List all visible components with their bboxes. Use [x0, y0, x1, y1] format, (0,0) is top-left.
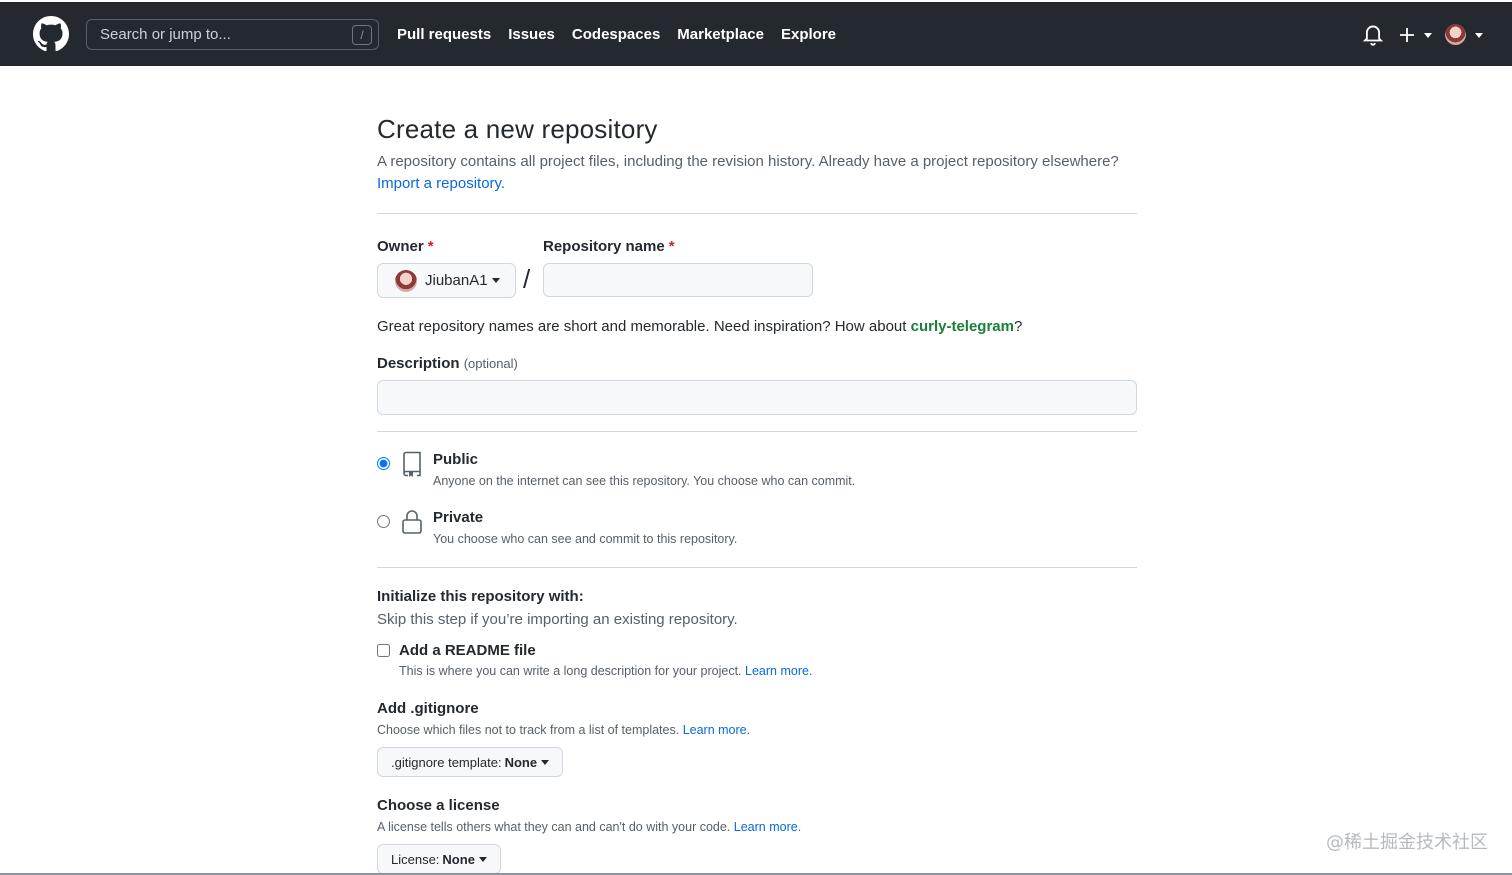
owner-select[interactable]: JiubanA1	[377, 263, 516, 298]
gitignore-select-label: .gitignore template:	[391, 754, 502, 770]
hint-text: Great repository names are short and mem…	[377, 318, 911, 335]
license-learn-more-link[interactable]: Learn more.	[734, 820, 801, 834]
nav-pull-requests[interactable]: Pull requests	[397, 26, 491, 43]
hint-suffix: ?	[1013, 318, 1023, 335]
nav-codespaces[interactable]: Codespaces	[572, 26, 660, 43]
private-description: You choose who can see and commit to thi…	[433, 532, 738, 546]
visibility-private-option[interactable]: Private You choose who can see and commi…	[377, 509, 1137, 567]
subtitle-text: A repository contains all project files,…	[377, 153, 1119, 170]
optional-tag: (optional)	[463, 356, 518, 371]
readme-learn-more-link[interactable]: Learn more.	[745, 664, 812, 678]
watermark: @稀土掘金技术社区	[1326, 832, 1488, 853]
description-label: Description (optional)	[377, 355, 1137, 372]
global-header: / Pull requests Issues Codespaces Market…	[0, 2, 1512, 66]
license-select[interactable]: License: None	[377, 844, 501, 874]
gitignore-title: Add .gitignore	[377, 700, 479, 717]
visibility-options: Public Anyone on the internet can see th…	[377, 451, 1137, 567]
init-title: Initialize this repository with:	[377, 588, 584, 605]
license-description: A license tells others what they can and…	[377, 820, 1137, 834]
license-desc-text: A license tells others what they can and…	[377, 820, 731, 834]
private-radio[interactable]	[377, 515, 390, 528]
license-title: Choose a license	[377, 797, 500, 814]
chevron-down-icon	[1424, 33, 1432, 38]
nav-marketplace[interactable]: Marketplace	[677, 26, 764, 43]
chevron-down-icon	[1475, 33, 1483, 38]
chevron-down-icon	[491, 278, 500, 283]
private-title: Private	[433, 509, 484, 526]
avatar	[1445, 24, 1466, 45]
header-nav: Pull requests Issues Codespaces Marketpl…	[397, 2, 853, 66]
public-title: Public	[433, 451, 479, 468]
init-section: Initialize this repository with: Skip th…	[377, 588, 1137, 688]
readme-checkbox[interactable]	[377, 644, 390, 657]
user-menu[interactable]	[1445, 24, 1483, 46]
owner-repo-row: Owner * Repository name * JiubanA1 /	[377, 238, 1137, 318]
github-logo-icon[interactable]	[33, 16, 69, 52]
import-repository-link[interactable]: Import a repository.	[377, 175, 505, 192]
repo-name-label-text: Repository name	[543, 238, 665, 255]
bell-icon[interactable]	[1363, 24, 1383, 46]
license-select-value: None	[442, 851, 475, 867]
plus-icon	[1400, 28, 1414, 42]
required-mark: *	[427, 238, 434, 255]
owner-value: JiubanA1	[425, 272, 488, 289]
new-repo-form: Create a new repository A repository con…	[377, 66, 1137, 874]
repo-name-label: Repository name *	[543, 238, 675, 255]
gitignore-learn-more-link[interactable]: Learn more.	[683, 723, 750, 737]
page-title: Create a new repository	[377, 114, 658, 144]
owner-avatar	[395, 269, 417, 292]
search-input[interactable]	[100, 26, 340, 43]
search-box[interactable]: /	[86, 19, 379, 50]
description-label-text: Description	[377, 355, 460, 372]
nav-explore[interactable]: Explore	[781, 26, 836, 43]
divider	[377, 567, 1137, 568]
repo-icon	[403, 451, 421, 477]
chevron-down-icon	[541, 759, 550, 765]
init-subtitle: Skip this step if you’re importing an ex…	[377, 611, 738, 628]
gitignore-select-value: None	[504, 754, 538, 770]
repo-name-hint: Great repository names are short and mem…	[377, 318, 1137, 335]
readme-option[interactable]: Add a README file This is where you can …	[377, 642, 1137, 688]
gitignore-description: Choose which files not to track from a l…	[377, 723, 1137, 737]
readme-title: Add a README file	[399, 642, 536, 659]
public-radio[interactable]	[377, 457, 390, 470]
owner-repo-separator: /	[523, 264, 531, 294]
gitignore-section: Add .gitignore Choose which files not to…	[377, 700, 1137, 777]
visibility-public-option[interactable]: Public Anyone on the internet can see th…	[377, 451, 1137, 509]
owner-label-text: Owner	[377, 238, 424, 255]
nav-issues[interactable]: Issues	[508, 26, 555, 43]
chevron-down-icon	[478, 856, 487, 862]
license-select-label: License:	[391, 851, 440, 867]
gitignore-template-select[interactable]: .gitignore template: None	[377, 747, 564, 777]
readme-description: This is where you can write a long descr…	[399, 664, 812, 678]
page-subtitle: A repository contains all project files,…	[377, 151, 1137, 195]
description-input[interactable]	[377, 380, 1137, 415]
lock-icon	[402, 510, 422, 534]
suggested-name-link[interactable]: curly-telegram	[911, 318, 1014, 335]
license-section: Choose a license A license tells others …	[377, 797, 1137, 874]
create-new-menu[interactable]	[1399, 24, 1432, 46]
repo-name-input[interactable]	[543, 263, 813, 297]
gitignore-desc-text: Choose which files not to track from a l…	[377, 723, 680, 737]
required-mark: *	[668, 238, 675, 255]
divider	[377, 213, 1137, 214]
divider	[377, 431, 1137, 432]
readme-desc-text: This is where you can write a long descr…	[399, 664, 742, 678]
owner-label: Owner *	[377, 238, 434, 255]
public-description: Anyone on the internet can see this repo…	[433, 474, 856, 488]
search-shortcut-key: /	[352, 25, 372, 45]
